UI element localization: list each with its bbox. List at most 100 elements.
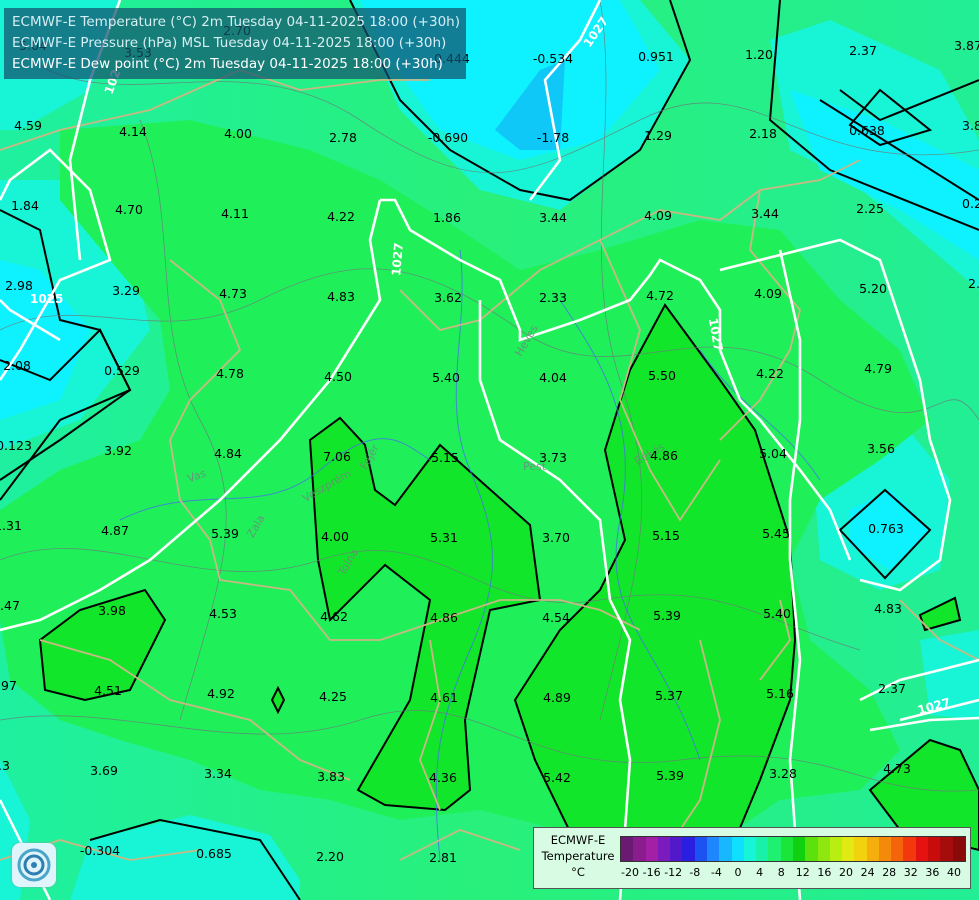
- legend-swatch: [866, 837, 879, 861]
- temperature-value: 1.20: [745, 47, 773, 62]
- legend-swatch: [940, 837, 953, 861]
- temperature-value: 2.25: [856, 201, 884, 216]
- temperature-value: 4.04: [539, 370, 567, 385]
- legend-tick: 16: [817, 866, 832, 879]
- temperature-value: 4.22: [756, 366, 784, 381]
- temperature-value: 0.2: [962, 196, 979, 211]
- temperature-value: 1.29: [644, 128, 672, 143]
- temperature-value: 4.00: [321, 529, 349, 544]
- legend-swatch: [792, 837, 806, 861]
- legend-swatch: [805, 837, 818, 861]
- temperature-value: 2.37: [849, 43, 877, 58]
- temperature-value: 0.529: [104, 363, 140, 378]
- temperature-value: 5.50: [648, 368, 676, 383]
- temperature-value: 1.97: [0, 678, 17, 693]
- legend-tick: -8: [689, 866, 701, 879]
- temperature-value: 0.638: [849, 123, 885, 138]
- temperature-value: 5.39: [653, 608, 681, 623]
- temperature-value: 4.86: [430, 610, 458, 625]
- legend-swatch: [731, 837, 744, 861]
- map-header: ECMWF-E Temperature (°C) 2m Tuesday 04-1…: [4, 8, 466, 79]
- temperature-value: 4.73: [219, 286, 247, 301]
- temperature-value: 4.87: [101, 523, 129, 538]
- temperature-value: 2.18: [749, 126, 777, 141]
- legend-swatch: [633, 837, 646, 861]
- legend-swatch: [878, 837, 892, 861]
- temperature-value: 4.83: [874, 601, 902, 616]
- legend-swatch: [719, 837, 732, 861]
- temperature-value: 3.62: [434, 290, 462, 305]
- temperature-value: 4.61: [430, 690, 458, 705]
- legend-swatch: [952, 837, 965, 861]
- temperature-value: 1.84: [11, 198, 39, 213]
- temperature-value: 4.70: [115, 202, 143, 217]
- temperature-value: 0.951: [638, 49, 674, 64]
- temperature-value: 5.04: [759, 446, 787, 461]
- temperature-value: -0.534: [533, 51, 573, 66]
- temperature-value: 4.84: [214, 446, 242, 461]
- temperature-value: 4.92: [207, 686, 235, 701]
- temperature-value: 4.09: [754, 286, 782, 301]
- header-temperature: ECMWF-E Temperature (°C) 2m Tuesday 04-1…: [12, 14, 460, 30]
- temperature-value: 5.45: [762, 526, 790, 541]
- legend-swatch: [682, 837, 695, 861]
- swirl-icon: [17, 848, 51, 882]
- temperature-value: 5.15: [431, 450, 459, 465]
- legend-label: ECMWF-E Temperature °C: [538, 832, 618, 880]
- temperature-value: 2.47: [0, 598, 20, 613]
- legend-swatch: [694, 837, 707, 861]
- temperature-value: 3.98: [98, 603, 126, 618]
- temperature-value: 4.89: [543, 690, 571, 705]
- temperature-value: 4.59: [14, 118, 42, 133]
- legend-tick: -20: [621, 866, 639, 879]
- legend-tick: 36: [925, 866, 940, 879]
- temperature-value: 4.79: [864, 361, 892, 376]
- legend-swatch: [854, 837, 867, 861]
- legend-swatch: [768, 837, 781, 861]
- legend-swatch: [706, 837, 720, 861]
- temperature-value: 2.08: [3, 358, 31, 373]
- temperature-value: 3.56: [867, 441, 895, 456]
- temperature-value: 3.92: [104, 443, 132, 458]
- legend-model: ECMWF-E: [550, 833, 606, 847]
- legend-swatch: [621, 837, 634, 861]
- temperature-value: 5.20: [859, 281, 887, 296]
- temperature-value: 4.72: [646, 288, 674, 303]
- legend-tick: 40: [947, 866, 961, 879]
- legend-swatch: [645, 837, 658, 861]
- temperature-value: 0.763: [868, 521, 904, 536]
- legend-tick: -16: [642, 866, 661, 879]
- temperature-value: 1.31: [0, 518, 22, 533]
- legend-swatch: [780, 837, 793, 861]
- temperature-value: 4.83: [327, 289, 355, 304]
- temperature-value: 3.28: [769, 766, 797, 781]
- legend-swatch: [891, 837, 904, 861]
- temperature-value: -0.690: [428, 130, 468, 145]
- legend-color-bar: [620, 836, 966, 862]
- legend-swatch: [903, 837, 916, 861]
- legend-ticks: -20 -16 -12 -8 -4 0 4 8 12 16 20 24 28 32 36 40: [620, 866, 964, 882]
- temperature-value: 3.83: [317, 769, 345, 784]
- temperature-value: 4.25: [319, 689, 347, 704]
- temperature-value: 4.00: [224, 126, 252, 141]
- temperature-value: 4.54: [542, 610, 570, 625]
- legend-tick: 4: [756, 866, 764, 879]
- pressure-label: 1025: [30, 292, 63, 306]
- temperature-value: 3.34: [204, 766, 232, 781]
- temperature-value: 2.33: [539, 290, 567, 305]
- temperature-value: 4.09: [644, 208, 672, 223]
- temperature-value: 5.40: [763, 606, 791, 621]
- temperature-value: 5.16: [766, 686, 794, 701]
- header-dewpoint: ECMWF-E Dew point (°C) 2m Tuesday 04-11-…: [12, 56, 443, 72]
- temperature-value: 2.98: [5, 278, 33, 293]
- legend-tick: -12: [664, 866, 683, 879]
- temperature-value: 2.20: [316, 849, 344, 864]
- temperature-value: 4.11: [221, 206, 249, 221]
- temperature-value: 4.53: [209, 606, 237, 621]
- legend-tick: 28: [882, 866, 897, 879]
- pressure-label: 1027: [389, 242, 406, 276]
- legend-tick: 8: [777, 866, 785, 879]
- header-pressure: ECMWF-E Pressure (hPa) MSL Tuesday 04-11…: [12, 35, 447, 51]
- legend-swatch: [829, 837, 843, 861]
- temperature-value: 0.123: [0, 438, 32, 453]
